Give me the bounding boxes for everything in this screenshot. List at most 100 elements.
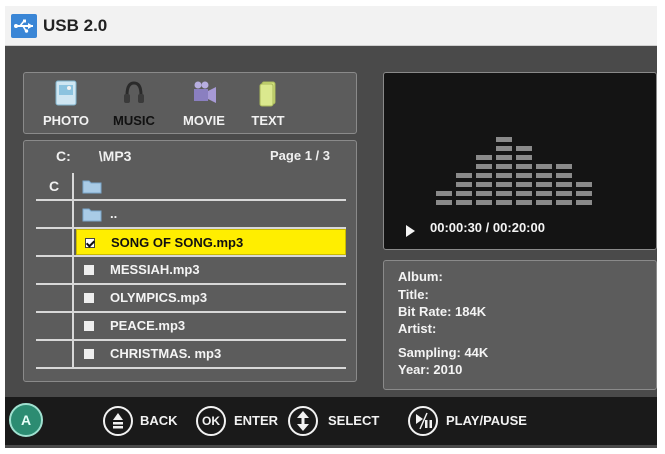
- equalizer-segment: [476, 155, 492, 160]
- enter-hint[interactable]: OK ENTER: [196, 406, 292, 436]
- equalizer-segment: [456, 173, 472, 178]
- ok-key-icon: OK: [196, 406, 226, 436]
- file-checkbox[interactable]: [85, 238, 95, 248]
- control-hints-bar: A BACK OK ENTER SELECT PLAY/PAUSE: [5, 397, 657, 445]
- drive-letter: [36, 229, 74, 255]
- text-icon: [259, 81, 276, 107]
- album-info: Album:: [398, 269, 443, 284]
- equalizer-segment: [476, 182, 492, 187]
- equalizer-segment: [556, 164, 572, 169]
- play-pause-icon: [408, 406, 438, 436]
- equalizer-bar: [536, 160, 552, 205]
- equalizer-segment: [496, 173, 512, 178]
- page-indicator: Page 1 / 3: [270, 148, 330, 163]
- play-icon: [406, 225, 415, 237]
- list-item[interactable]: ..: [36, 201, 346, 229]
- title-info: Title:: [398, 287, 429, 302]
- equalizer-segment: [456, 182, 472, 187]
- list-item[interactable]: SONG OF SONG.mp3: [36, 229, 346, 257]
- total-time: 00:20:00: [492, 220, 545, 235]
- track-info: Album: Title: Bit Rate: 184K Artist: Sam…: [383, 260, 657, 390]
- drive-letter: C: [36, 173, 74, 199]
- equalizer-bar: [576, 178, 592, 205]
- tab-text[interactable]: TEXT: [240, 79, 296, 131]
- file-name: PEACE.mp3: [110, 318, 186, 333]
- equalizer-segment: [496, 164, 512, 169]
- time-separator: /: [485, 220, 490, 235]
- file-checkbox[interactable]: [84, 293, 94, 303]
- file-browser: C: \MP3 Page 1 / 3 C .. SONG OF SONG.mp3…: [23, 140, 357, 382]
- playback-time: 00:00:30 / 00:20:00: [430, 220, 545, 235]
- page-title: USB 2.0: [43, 16, 108, 35]
- equalizer-segment: [516, 191, 532, 196]
- drive-letter: [36, 257, 74, 283]
- equalizer-segment: [476, 191, 492, 196]
- equalizer-segment: [576, 200, 592, 205]
- file-name: MESSIAH.mp3: [110, 262, 200, 277]
- tab-photo-label: PHOTO: [43, 113, 89, 128]
- equalizer-segment: [476, 164, 492, 169]
- tab-music[interactable]: MUSIC: [106, 79, 162, 131]
- list-item[interactable]: OLYMPICS.mp3: [36, 285, 346, 313]
- equalizer-segment: [516, 200, 532, 205]
- equalizer-segment: [556, 182, 572, 187]
- list-item[interactable]: PEACE.mp3: [36, 313, 346, 341]
- back-label: BACK: [140, 413, 178, 428]
- list-item[interactable]: C: [36, 173, 346, 201]
- tab-music-label: MUSIC: [113, 113, 155, 128]
- media-type-tabs: PHOTO MUSIC MOVIE TEXT: [23, 72, 357, 134]
- drive-letter: [36, 341, 74, 367]
- back-hint[interactable]: BACK: [103, 406, 193, 436]
- equalizer-segment: [496, 137, 512, 142]
- file-checkbox[interactable]: [84, 349, 94, 359]
- equalizer-segment: [436, 191, 452, 196]
- title-bar: USB 2.0: [5, 6, 657, 46]
- list-item[interactable]: CHRISTMAS. mp3: [36, 341, 346, 369]
- equalizer-segment: [496, 191, 512, 196]
- media-browser-screen: USB 2.0 PHOTO MUSIC MOVIE TEXT C: \MP3 P…: [5, 6, 657, 448]
- equalizer-segment: [456, 191, 472, 196]
- bitrate-info: Bit Rate: 184K: [398, 304, 487, 319]
- artist-info: Artist:: [398, 321, 437, 336]
- elapsed-time: 00:00:30: [430, 220, 483, 235]
- equalizer-segment: [556, 173, 572, 178]
- select-hint[interactable]: SELECT: [288, 406, 398, 436]
- equalizer-segment: [516, 173, 532, 178]
- file-checkbox[interactable]: [84, 321, 94, 331]
- usb-icon: [11, 14, 37, 38]
- folder-icon: [82, 180, 102, 194]
- tab-movie[interactable]: MOVIE: [174, 79, 234, 131]
- equalizer-segment: [576, 191, 592, 196]
- equalizer-segment: [496, 146, 512, 151]
- enter-label: ENTER: [234, 413, 279, 428]
- equalizer-bar: [476, 151, 492, 205]
- tab-movie-label: MOVIE: [183, 113, 225, 128]
- back-key-icon: [103, 406, 133, 436]
- equalizer-segment: [536, 164, 552, 169]
- equalizer-segment: [436, 200, 452, 205]
- equalizer-segment: [496, 155, 512, 160]
- select-label: SELECT: [328, 413, 380, 428]
- file-name: ..: [110, 206, 118, 221]
- file-list: C .. SONG OF SONG.mp3 MESSIAH.mp3 OLYMPI…: [36, 173, 346, 369]
- file-checkbox[interactable]: [84, 265, 94, 275]
- playpause-hint[interactable]: PLAY/PAUSE: [408, 406, 558, 436]
- tab-photo[interactable]: PHOTO: [38, 79, 94, 131]
- equalizer-visualizer: [436, 115, 606, 205]
- drive-letter: [36, 285, 74, 311]
- tab-text-label: TEXT: [251, 113, 285, 128]
- equalizer-bar: [436, 187, 452, 205]
- equalizer-segment: [556, 200, 572, 205]
- equalizer-segment: [536, 182, 552, 187]
- equalizer-bar: [456, 169, 472, 205]
- equalizer-segment: [516, 155, 532, 160]
- movie-icon: [194, 81, 216, 103]
- equalizer-bar: [496, 133, 512, 205]
- equalizer-segment: [496, 200, 512, 205]
- list-item[interactable]: MESSIAH.mp3: [36, 257, 346, 285]
- year-info: Year: 2010: [398, 362, 463, 377]
- audio-preview: 00:00:30 / 00:20:00: [383, 72, 657, 250]
- equalizer-segment: [556, 191, 572, 196]
- equalizer-segment: [496, 182, 512, 187]
- file-name: OLYMPICS.mp3: [110, 290, 208, 305]
